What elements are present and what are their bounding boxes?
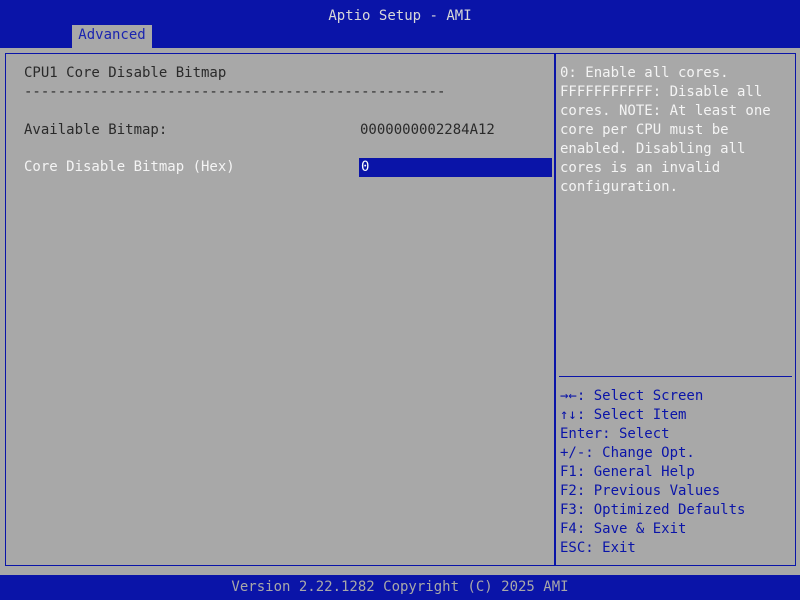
available-bitmap-value: 0000000002284A12 [360,122,495,138]
key-optimized-defaults: F3: Optimized Defaults [560,502,746,518]
key-select-screen: →←: Select Screen [560,388,704,404]
key-change-opt: +/-: Change Opt. [560,445,695,461]
key-save-exit: F4: Save & Exit [560,521,687,537]
key-select-item: ↑↓: Select Item [560,407,687,423]
core-disable-bitmap-value: 0 [361,159,370,175]
help-text: 0: Enable all cores. FFFFFFFFFFF: Disabl… [560,65,771,195]
key-legend: →←: Select Screen ↑↓: Select Item Enter:… [560,387,792,558]
key-esc-exit: ESC: Exit [560,540,636,556]
header-bar: Aptio Setup - AMI Advanced [0,0,800,48]
tab-advanced[interactable]: Advanced [72,25,152,48]
core-disable-bitmap-input[interactable]: 0 [359,158,552,177]
key-enter-select: Enter: Select [560,426,670,442]
footer-bar: Version 2.22.1282 Copyright (C) 2025 AMI [0,575,800,600]
section-separator: ----------------------------------------… [24,84,446,100]
key-previous-values: F2: Previous Values [560,483,721,499]
key-general-help: F1: General Help [560,464,695,480]
section-title: CPU1 Core Disable Bitmap [24,65,227,81]
app-title: Aptio Setup - AMI [328,8,472,24]
help-divider [559,376,792,377]
core-disable-bitmap-label[interactable]: Core Disable Bitmap (Hex) [24,158,235,177]
available-bitmap-label: Available Bitmap: [24,122,168,138]
version-text: Version 2.22.1282 Copyright (C) 2025 AMI [231,579,569,595]
